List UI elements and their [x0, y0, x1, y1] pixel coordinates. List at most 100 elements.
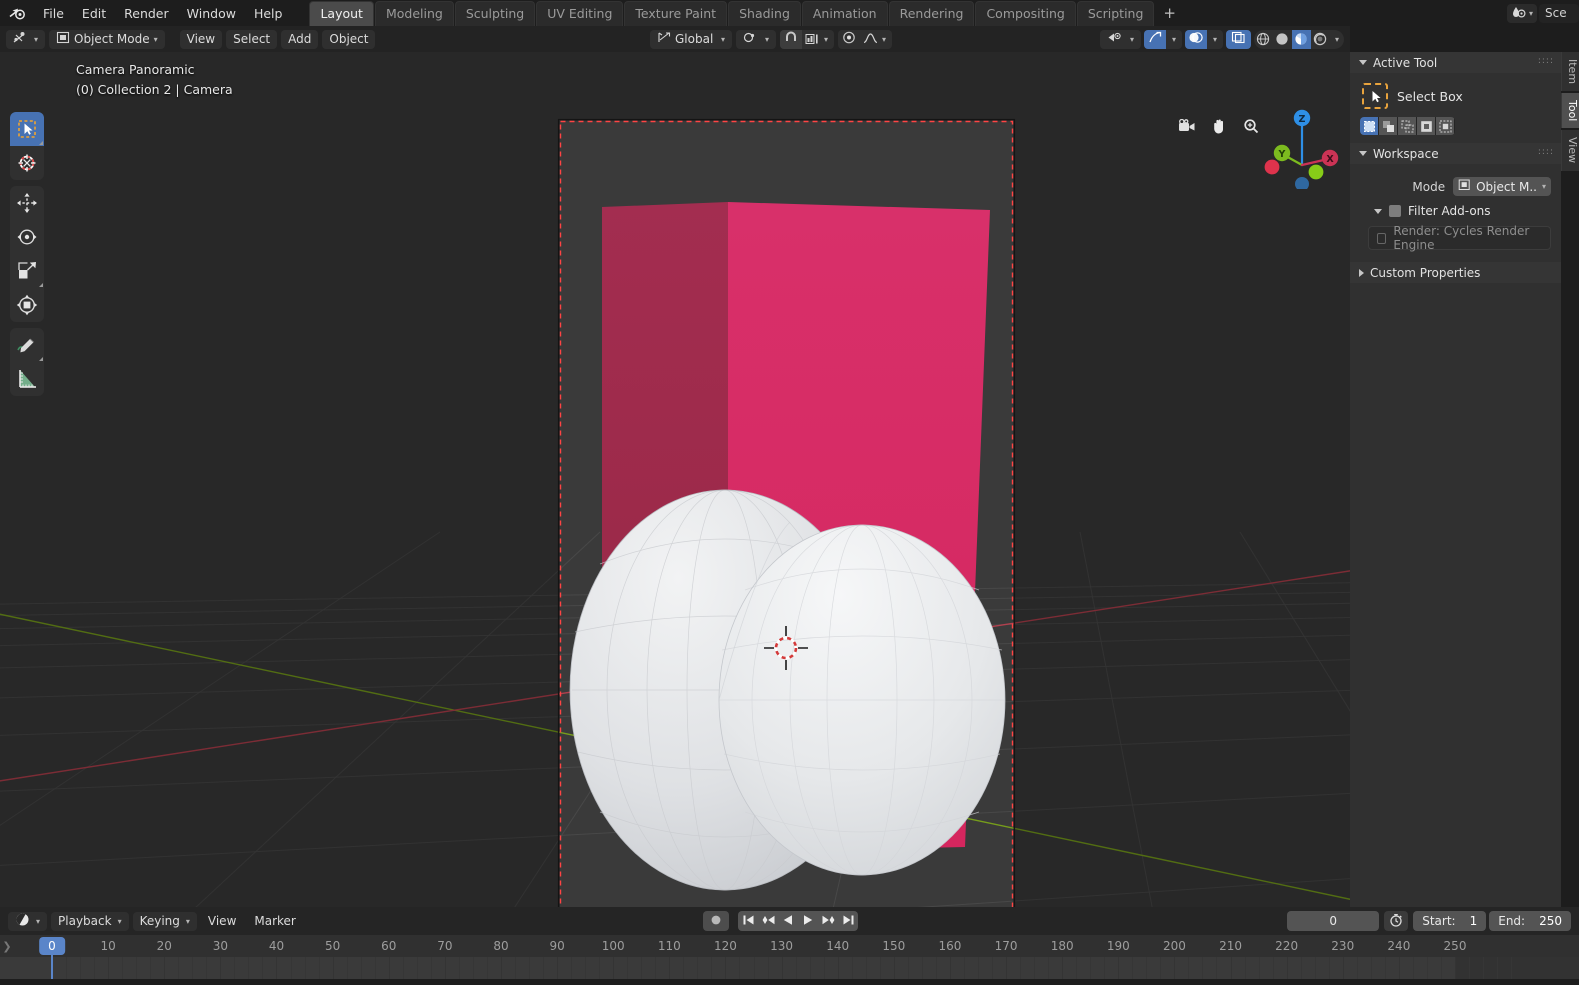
viewport-menu-add[interactable]: Add: [281, 29, 319, 49]
selection-mode-extend[interactable]: [1379, 117, 1397, 135]
shading-wireframe-button[interactable]: [1254, 30, 1273, 49]
jump-to-start-button[interactable]: [738, 911, 758, 931]
timeline-menu-keying-label: Keying: [139, 914, 180, 928]
add-workspace-button[interactable]: +: [1155, 4, 1184, 23]
pan-hand-icon[interactable]: [1205, 112, 1233, 140]
selection-mode-intersect[interactable]: [1436, 117, 1454, 135]
timeline-menu-keying[interactable]: Keying ▾: [132, 911, 197, 931]
3d-viewport[interactable]: Camera Panoramic (0) Collection 2 | Came…: [0, 52, 1350, 907]
timeline-menu-marker[interactable]: Marker: [247, 912, 302, 931]
timeline-editor-type-selector[interactable]: ▾: [8, 911, 48, 931]
panel-header-custom-properties[interactable]: Custom Properties: [1350, 262, 1561, 283]
scene-name-field[interactable]: Sce: [1539, 3, 1579, 23]
tab-texture-paint[interactable]: Texture Paint: [624, 0, 728, 26]
scene-selector[interactable]: ▾: [1506, 3, 1537, 23]
addon-entry-cycles[interactable]: Render: Cycles Render Engine: [1368, 224, 1551, 252]
chevron-down-icon[interactable]: ▾: [1213, 35, 1217, 44]
shading-solid-button[interactable]: [1273, 30, 1292, 49]
viewport-axis-gizmo[interactable]: Z Y X: [1264, 107, 1340, 191]
menu-window[interactable]: Window: [178, 3, 245, 24]
tab-animation[interactable]: Animation: [801, 0, 888, 26]
chevron-down-icon[interactable]: ▾: [1335, 35, 1339, 44]
shading-rendered-button[interactable]: [1311, 30, 1330, 49]
jump-to-end-button[interactable]: [838, 911, 858, 931]
previous-keyframe-button[interactable]: [758, 911, 778, 931]
tool-annotate[interactable]: [10, 328, 44, 362]
shading-material-preview-button[interactable]: [1291, 29, 1311, 49]
use-preview-range-button[interactable]: [1384, 911, 1409, 931]
snap-target-icon[interactable]: [802, 30, 822, 49]
show-overlays-toggle[interactable]: [1184, 29, 1207, 49]
timeline-playhead-line: [51, 955, 53, 979]
selection-mode-subtract[interactable]: [1398, 117, 1416, 135]
proportional-falloff-selector[interactable]: [860, 30, 880, 49]
snap-toggle-button[interactable]: [780, 29, 803, 49]
tool-measure[interactable]: [10, 362, 44, 396]
pivot-point-selector[interactable]: ▾: [736, 29, 777, 49]
filter-addons-checkbox[interactable]: [1389, 205, 1401, 217]
menu-edit[interactable]: Edit: [73, 3, 115, 24]
tab-compositing[interactable]: Compositing: [975, 0, 1076, 26]
tool-rotate[interactable]: [10, 220, 44, 254]
menu-help[interactable]: Help: [245, 3, 292, 24]
timeline-menu-view[interactable]: View: [201, 912, 243, 931]
sidebar-tab-tool[interactable]: Tool: [1561, 93, 1579, 129]
camera-view-icon[interactable]: [1173, 112, 1201, 140]
timeline-channels-toggle[interactable]: ❯: [0, 935, 14, 957]
workspace-mode-dropdown[interactable]: Object M.. ▾: [1453, 177, 1551, 196]
tool-select-box[interactable]: [10, 112, 44, 146]
current-frame-field[interactable]: 0: [1287, 911, 1380, 931]
tab-rendering[interactable]: Rendering: [888, 0, 975, 26]
menu-file[interactable]: File: [34, 3, 73, 24]
zoom-magnifier-icon[interactable]: [1237, 112, 1265, 140]
blender-logo-icon[interactable]: [6, 3, 30, 23]
tab-scripting[interactable]: Scripting: [1076, 0, 1155, 26]
timeline-minor-tick: [1328, 957, 1330, 979]
tool-cursor[interactable]: [10, 146, 44, 180]
selection-mode-set[interactable]: [1360, 117, 1378, 135]
interaction-mode-selector[interactable]: Object Mode ▾: [49, 29, 165, 49]
topbar-scene-controls: ▾ Sce: [1506, 0, 1579, 26]
transform-orientation-selector[interactable]: Global ▾: [650, 29, 732, 49]
chevron-down-icon[interactable]: ▾: [1172, 35, 1176, 44]
tool-transform[interactable]: [10, 288, 44, 322]
tab-shading[interactable]: Shading: [728, 0, 801, 26]
addon-checkbox[interactable]: [1377, 232, 1387, 244]
tab-uv-editing[interactable]: UV Editing: [536, 0, 624, 26]
toggle-xray-button[interactable]: [1225, 29, 1251, 49]
timeline-ruler[interactable]: 10 20 30 40 50 60 70 80 90 100 110 120 130 140 150 160 1…: [0, 935, 1579, 979]
tab-layout[interactable]: Layout: [309, 0, 374, 26]
play-reverse-button[interactable]: [778, 911, 798, 931]
timeline-minor-tick: [304, 957, 306, 979]
tab-modeling[interactable]: Modeling: [374, 0, 454, 26]
chevron-down-icon[interactable]: ▾: [824, 35, 828, 44]
active-tool-row[interactable]: Select Box: [1360, 79, 1551, 117]
viewport-menu-object[interactable]: Object: [322, 29, 376, 49]
sidebar-tab-view[interactable]: View: [1561, 130, 1579, 171]
viewport-menu-select[interactable]: Select: [226, 29, 278, 49]
timeline-playhead[interactable]: 0: [39, 937, 65, 955]
menu-render[interactable]: Render: [115, 3, 178, 24]
timeline-tick: [444, 957, 446, 979]
frame-end-field[interactable]: End: 250: [1489, 911, 1571, 931]
panel-header-workspace[interactable]: Workspace ::::: [1350, 143, 1561, 164]
play-button[interactable]: [798, 911, 818, 931]
record-keyframes-button[interactable]: [703, 911, 729, 931]
tool-scale[interactable]: [10, 254, 44, 288]
viewport-menu-view[interactable]: View: [179, 29, 223, 49]
object-visibility-selector[interactable]: ▾: [1099, 29, 1141, 49]
panel-header-active-tool[interactable]: Active Tool ::::: [1350, 52, 1561, 73]
selection-mode-invert[interactable]: [1417, 117, 1435, 135]
tool-move[interactable]: [10, 186, 44, 220]
next-keyframe-button[interactable]: [818, 911, 838, 931]
proportional-editing-toggle[interactable]: [838, 30, 860, 49]
timeline-menu-playback[interactable]: Playback ▾: [51, 911, 129, 931]
editor-type-selector[interactable]: ▾: [6, 29, 46, 49]
frame-start-field[interactable]: Start: 1: [1413, 911, 1487, 931]
timeline-body[interactable]: [0, 957, 1579, 979]
filter-addons-row[interactable]: Filter Add-ons: [1360, 200, 1551, 222]
chevron-down-icon[interactable]: ▾: [882, 35, 886, 44]
tab-sculpting[interactable]: Sculpting: [454, 0, 536, 26]
sidebar-tab-item[interactable]: Item: [1561, 52, 1579, 92]
show-gizmo-toggle[interactable]: [1143, 29, 1166, 49]
